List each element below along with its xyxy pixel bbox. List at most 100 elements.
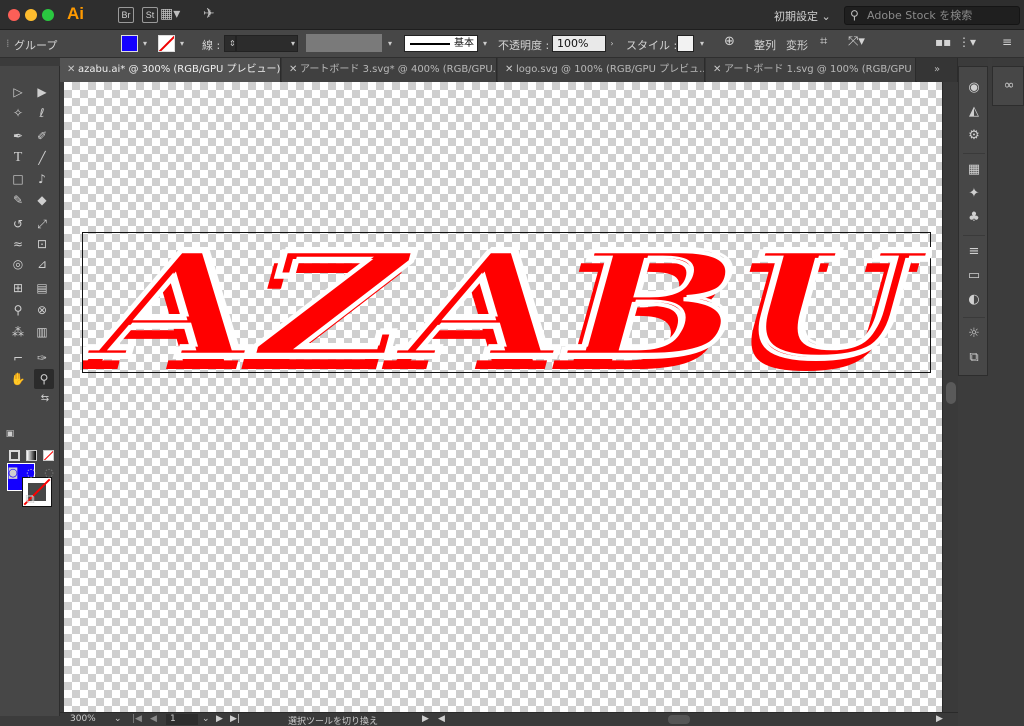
opacity-input[interactable]: 100% bbox=[552, 35, 606, 52]
gradient-mode-icon[interactable] bbox=[26, 450, 37, 461]
stroke-panel-icon[interactable]: ≡ bbox=[965, 243, 983, 261]
transform-button[interactable]: 変形 bbox=[786, 37, 808, 53]
stroke-weight-stepper[interactable]: ⇕ bbox=[224, 35, 236, 52]
magic-wand-tool-icon[interactable]: ✧ bbox=[8, 103, 28, 123]
scroll-right-icon[interactable]: ▶ bbox=[936, 714, 943, 724]
maximize-window-button[interactable] bbox=[42, 9, 54, 21]
screen-mode-icon[interactable]: ⧉ bbox=[20, 490, 40, 510]
gpu-performance-icon[interactable]: ✈ bbox=[203, 6, 215, 22]
stroke-color-swatch[interactable] bbox=[158, 35, 175, 52]
close-tab-icon[interactable]: ✕ bbox=[713, 58, 721, 82]
brush-definition-field[interactable]: 基本 bbox=[404, 35, 478, 52]
shape-builder-tool-icon[interactable]: ◎ bbox=[8, 254, 28, 274]
color-panel-icon[interactable]: ◉ bbox=[965, 79, 983, 97]
lasso-tool-icon[interactable]: ℓ bbox=[32, 103, 52, 123]
next-artboard-icon[interactable]: ▶ bbox=[216, 714, 223, 724]
draw-behind-icon[interactable]: ◌ bbox=[24, 466, 38, 480]
artboard-number-field[interactable]: 1 bbox=[166, 714, 198, 725]
arrange-icon[interactable]: ▪▪ bbox=[935, 35, 951, 49]
stroke-dropdown-icon[interactable]: ▾ bbox=[176, 35, 188, 52]
bridge-button[interactable]: Br bbox=[118, 7, 134, 23]
scroll-thumb[interactable] bbox=[946, 382, 956, 404]
properties-panel-icon[interactable]: ☼ bbox=[965, 325, 983, 343]
perspective-grid-tool-icon[interactable]: ⊿ bbox=[32, 254, 52, 274]
tab-logo[interactable]: ✕ logo.svg @ 100% (RGB/GPU プレビュ... bbox=[498, 58, 705, 82]
isolate-group-icon[interactable]: ⤧▾ bbox=[848, 34, 865, 49]
swap-fill-stroke-icon[interactable]: ⇆ bbox=[38, 392, 52, 406]
vertical-scrollbar[interactable] bbox=[942, 82, 958, 712]
close-window-button[interactable] bbox=[8, 9, 20, 21]
scroll-left-icon[interactable]: ◀ bbox=[438, 714, 445, 724]
appearance-panel-icon[interactable]: ⚙ bbox=[965, 127, 983, 145]
column-graph-tool-icon[interactable]: ▥ bbox=[32, 322, 52, 342]
rotate-tool-icon[interactable]: ↺ bbox=[8, 214, 28, 234]
selection-tool-icon[interactable]: ▷ bbox=[8, 82, 28, 102]
paintbrush-tool-icon[interactable]: ♪ bbox=[32, 169, 52, 189]
tabs-overflow-button[interactable]: » bbox=[917, 58, 958, 82]
style-label[interactable]: スタイル : bbox=[626, 37, 677, 53]
status-text[interactable]: 選択ツールを切り換え bbox=[288, 714, 378, 726]
gradient-panel-icon[interactable]: ▭ bbox=[965, 267, 983, 285]
artboard-tool-icon[interactable]: ⌐ bbox=[8, 348, 28, 368]
creative-cloud-libraries-icon[interactable]: ∞ bbox=[1000, 77, 1018, 95]
none-mode-icon[interactable] bbox=[43, 450, 54, 461]
asset-export-panel-icon[interactable]: ⧉ bbox=[965, 349, 983, 367]
graphic-style-swatch[interactable] bbox=[677, 35, 694, 52]
transparency-panel-icon[interactable]: ◐ bbox=[965, 291, 983, 309]
draw-normal-icon[interactable]: ◙ bbox=[6, 466, 20, 480]
free-transform-tool-icon[interactable]: ⊡ bbox=[32, 234, 52, 254]
zoom-level[interactable]: 300% bbox=[70, 714, 96, 724]
gradient-tool-icon[interactable]: ▤ bbox=[32, 278, 52, 298]
hand-tool-icon[interactable]: ✋ bbox=[8, 369, 28, 389]
rectangle-tool-icon[interactable]: □ bbox=[8, 169, 28, 189]
arrange-documents-icon[interactable]: ▦▾ bbox=[160, 6, 180, 22]
transform-each-icon[interactable]: ⌗ bbox=[820, 34, 827, 49]
status-menu-icon[interactable]: ▶ bbox=[422, 714, 429, 724]
mesh-tool-icon[interactable]: ⊞ bbox=[8, 278, 28, 298]
pen-tool-icon[interactable]: ✒ bbox=[8, 126, 28, 146]
draw-inside-icon[interactable]: ◌ bbox=[42, 466, 56, 480]
line-tool-icon[interactable]: ╱ bbox=[32, 148, 52, 168]
color-mode-icon[interactable] bbox=[9, 450, 20, 461]
library-dock-header[interactable] bbox=[992, 58, 1024, 66]
symbols-panel-icon[interactable]: ♣ bbox=[965, 209, 983, 227]
eraser-tool-icon[interactable]: ◆ bbox=[32, 190, 52, 210]
recolor-artwork-icon[interactable]: ⊕ bbox=[724, 34, 735, 49]
more-options-icon[interactable]: ≡ bbox=[1002, 35, 1012, 49]
profile-dropdown-icon[interactable]: ▾ bbox=[384, 35, 396, 52]
zoom-tool-icon[interactable]: ⚲ bbox=[34, 369, 54, 389]
stroke-weight-dropdown-icon[interactable]: ▾ bbox=[287, 35, 299, 52]
panel-dock-header[interactable] bbox=[958, 58, 988, 66]
width-tool-icon[interactable]: ≈ bbox=[8, 234, 28, 254]
eyedropper-tool-icon[interactable]: ⚲ bbox=[8, 300, 28, 320]
close-tab-icon[interactable]: ✕ bbox=[505, 58, 513, 82]
brush-dropdown-icon[interactable]: ▾ bbox=[479, 35, 491, 52]
tab-artboard-1[interactable]: ✕ アートボード 1.svg @ 100% (RGB/GPU ... bbox=[706, 58, 916, 82]
scale-tool-icon[interactable]: ⤢ bbox=[32, 214, 52, 234]
slice-tool-icon[interactable]: ✑ bbox=[32, 348, 52, 368]
default-fill-stroke-icon[interactable]: ▣ bbox=[4, 428, 16, 440]
fill-dropdown-icon[interactable]: ▾ bbox=[139, 35, 151, 52]
opacity-arrow-icon[interactable]: › bbox=[606, 35, 618, 52]
blend-tool-icon[interactable]: ⊗ bbox=[32, 300, 52, 320]
stroke-label[interactable]: 線 : bbox=[202, 37, 220, 53]
type-tool-icon[interactable]: T bbox=[8, 148, 28, 168]
color-guide-panel-icon[interactable]: ◭ bbox=[965, 103, 983, 121]
artwork-selection[interactable]: .shadow { font-family: "DejaVu Serif", s… bbox=[72, 218, 934, 404]
artboard-dropdown-icon[interactable]: ⌄ bbox=[202, 714, 210, 724]
first-artboard-icon[interactable]: |◀ bbox=[132, 714, 142, 724]
variable-width-profile[interactable] bbox=[306, 34, 382, 52]
direct-selection-tool-icon[interactable]: ▶ bbox=[32, 82, 52, 102]
close-tab-icon[interactable]: ✕ bbox=[289, 58, 297, 82]
style-dropdown-icon[interactable]: ▾ bbox=[696, 35, 708, 52]
zoom-dropdown-icon[interactable]: ⌄ bbox=[114, 714, 122, 724]
horizontal-scroll-thumb[interactable] bbox=[668, 715, 690, 724]
prev-artboard-icon[interactable]: ◀ bbox=[150, 714, 157, 724]
swatches-panel-icon[interactable]: ▦ bbox=[965, 161, 983, 179]
panel-menu-icon[interactable]: ⋮▾ bbox=[958, 35, 976, 49]
curvature-tool-icon[interactable]: ✐ bbox=[32, 126, 52, 146]
tab-artboard-3[interactable]: ✕ アートボード 3.svg* @ 400% (RGB/GPU... bbox=[282, 58, 497, 82]
shaper-tool-icon[interactable]: ✎ bbox=[8, 190, 28, 210]
stock-button[interactable]: St bbox=[142, 7, 158, 23]
close-tab-icon[interactable]: ✕ bbox=[67, 58, 75, 82]
